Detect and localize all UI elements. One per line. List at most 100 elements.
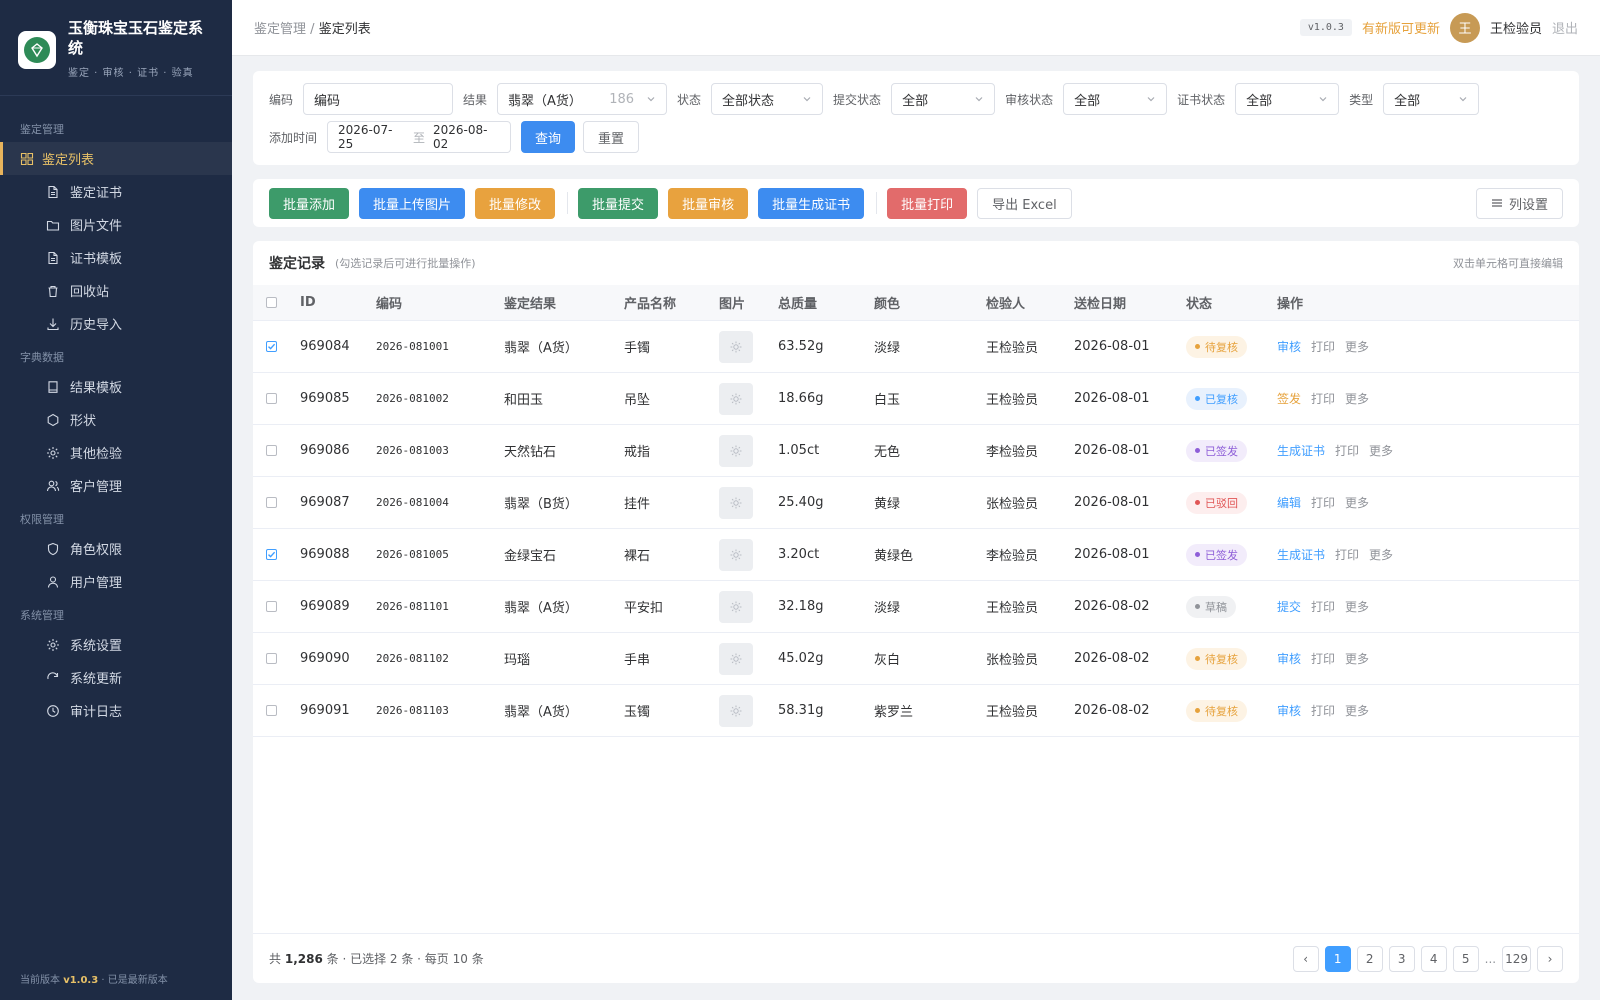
avatar[interactable]: 王	[1449, 12, 1480, 43]
row-primary-action[interactable]: 签发	[1277, 390, 1301, 407]
page-button[interactable]: 2	[1356, 945, 1383, 972]
code-input[interactable]: 编码	[303, 83, 454, 115]
cell-result[interactable]: 和田玉	[504, 373, 543, 424]
row-checkbox[interactable]	[266, 445, 277, 456]
row-more-action[interactable]: 更多	[1369, 546, 1393, 563]
table-row[interactable]: 969087 2026-081004 翡翠（B货） 挂件 25.40g 黄绿 张…	[253, 477, 1579, 529]
cell-weight[interactable]: 25.40g	[778, 477, 823, 528]
result-select[interactable]: 翡翠（A货） 186	[497, 83, 668, 115]
header-product[interactable]: 产品名称	[624, 285, 676, 320]
logout-link[interactable]: 退出	[1552, 18, 1578, 37]
row-checkbox[interactable]	[266, 549, 277, 560]
cell-result[interactable]: 翡翠（A货）	[504, 685, 578, 736]
sidebar-item[interactable]: 结果模板	[0, 370, 232, 403]
submit-status-select[interactable]: 全部	[891, 83, 996, 115]
cell-weight[interactable]: 1.05ct	[778, 425, 819, 476]
row-primary-action[interactable]: 生成证书	[1277, 546, 1325, 563]
page-button[interactable]: 1	[1324, 945, 1351, 972]
cell-product[interactable]: 戒指	[624, 425, 650, 476]
batch-review-button[interactable]: 批量审核	[668, 187, 749, 219]
select-all-checkbox[interactable]	[266, 297, 277, 308]
breadcrumb-parent[interactable]: 鉴定管理	[254, 22, 306, 37]
cell-code[interactable]: 2026-081005	[376, 529, 449, 580]
cell-code[interactable]: 2026-081103	[376, 685, 449, 736]
cell-weight[interactable]: 3.20ct	[778, 529, 819, 580]
username[interactable]: 王检验员	[1490, 18, 1542, 37]
table-row[interactable]: 969090 2026-081102 玛瑙 手串 45.02g 灰白 张检验员 …	[253, 633, 1579, 685]
cell-color[interactable]: 黄绿	[874, 477, 900, 528]
table-row[interactable]: 969084 2026-081001 翡翠（A货） 手镯 63.52g 淡绿 王…	[253, 321, 1579, 373]
cell-result[interactable]: 翡翠（B货）	[504, 477, 578, 528]
row-primary-action[interactable]: 审核	[1277, 650, 1301, 667]
sidebar-item[interactable]: 鉴定证书	[0, 175, 232, 208]
cell-color[interactable]: 白玉	[874, 373, 900, 424]
batch-upload-images-button[interactable]: 批量上传图片	[359, 187, 466, 219]
cell-weight[interactable]: 45.02g	[778, 633, 823, 684]
prev-page-button[interactable]: ‹	[1292, 945, 1319, 972]
page-button[interactable]: 5	[1452, 945, 1479, 972]
image-placeholder-icon[interactable]	[719, 694, 753, 727]
cell-weight[interactable]: 58.31g	[778, 685, 823, 736]
cell-color[interactable]: 黄绿色	[874, 529, 913, 580]
sidebar-item[interactable]: 图片文件	[0, 208, 232, 241]
row-print-action[interactable]: 打印	[1311, 702, 1335, 719]
cell-result[interactable]: 玛瑙	[504, 633, 530, 684]
date-range-picker[interactable]: 2026-07-25 至 2026-08-02	[327, 121, 512, 153]
sidebar-item[interactable]: 系统更新	[0, 661, 232, 694]
sidebar-item[interactable]: 系统设置	[0, 628, 232, 661]
row-print-action[interactable]: 打印	[1311, 390, 1335, 407]
sidebar-item[interactable]: 客户管理	[0, 469, 232, 502]
row-print-action[interactable]: 打印	[1311, 494, 1335, 511]
row-more-action[interactable]: 更多	[1345, 494, 1369, 511]
sidebar-item[interactable]: 回收站	[0, 274, 232, 307]
cell-code[interactable]: 2026-081001	[376, 321, 449, 372]
row-more-action[interactable]: 更多	[1345, 650, 1369, 667]
table-row[interactable]: 969091 2026-081103 翡翠（A货） 玉镯 58.31g 紫罗兰 …	[253, 685, 1579, 737]
row-checkbox[interactable]	[266, 497, 277, 508]
cell-product[interactable]: 裸石	[624, 529, 650, 580]
cell-code[interactable]: 2026-081003	[376, 425, 449, 476]
reset-button[interactable]: 重置	[583, 121, 640, 153]
cell-code[interactable]: 2026-081102	[376, 633, 449, 684]
image-placeholder-icon[interactable]	[719, 486, 753, 519]
table-row[interactable]: 969085 2026-081002 和田玉 吊坠 18.66g 白玉 王检验员…	[253, 373, 1579, 425]
cell-product[interactable]: 玉镯	[624, 685, 650, 736]
review-status-select[interactable]: 全部	[1063, 83, 1168, 115]
cell-code[interactable]: 2026-081002	[376, 373, 449, 424]
row-checkbox[interactable]	[266, 393, 277, 404]
row-primary-action[interactable]: 审核	[1277, 702, 1301, 719]
cell-product[interactable]: 手串	[624, 633, 650, 684]
batch-edit-button[interactable]: 批量修改	[475, 187, 556, 219]
cell-color[interactable]: 紫罗兰	[874, 685, 913, 736]
batch-add-button[interactable]: 批量添加	[269, 187, 350, 219]
query-button[interactable]: 查询	[521, 121, 576, 153]
image-placeholder-icon[interactable]	[719, 434, 753, 467]
cell-weight[interactable]: 32.18g	[778, 581, 823, 632]
header-id[interactable]: ID	[300, 285, 316, 320]
table-row[interactable]: 969086 2026-081003 天然钻石 戒指 1.05ct 无色 李检验…	[253, 425, 1579, 477]
row-primary-action[interactable]: 编辑	[1277, 494, 1301, 511]
image-placeholder-icon[interactable]	[719, 382, 753, 415]
update-link[interactable]: 有新版可更新	[1362, 18, 1440, 37]
status-select[interactable]: 全部状态	[711, 83, 824, 115]
cell-product[interactable]: 吊坠	[624, 373, 650, 424]
row-checkbox[interactable]	[266, 705, 277, 716]
column-settings-button[interactable]: 列设置	[1475, 187, 1563, 219]
page-button-last[interactable]: 129	[1502, 945, 1531, 972]
row-primary-action[interactable]: 审核	[1277, 338, 1301, 355]
sidebar-item[interactable]: 鉴定列表	[0, 142, 232, 175]
header-color[interactable]: 颜色	[874, 285, 900, 320]
sidebar-item[interactable]: 历史导入	[0, 307, 232, 340]
row-more-action[interactable]: 更多	[1369, 442, 1393, 459]
export-excel-button[interactable]: 导出 Excel	[977, 187, 1072, 219]
header-inspector[interactable]: 检验人	[986, 285, 1025, 320]
image-placeholder-icon[interactable]	[719, 330, 753, 363]
sidebar-item[interactable]: 形状	[0, 403, 232, 436]
cell-result[interactable]: 天然钻石	[504, 425, 556, 476]
row-more-action[interactable]: 更多	[1345, 338, 1369, 355]
batch-generate-cert-button[interactable]: 批量生成证书	[758, 187, 865, 219]
row-primary-action[interactable]: 生成证书	[1277, 442, 1325, 459]
cert-status-select[interactable]: 全部	[1235, 83, 1340, 115]
cell-color[interactable]: 灰白	[874, 633, 900, 684]
image-placeholder-icon[interactable]	[719, 642, 753, 675]
